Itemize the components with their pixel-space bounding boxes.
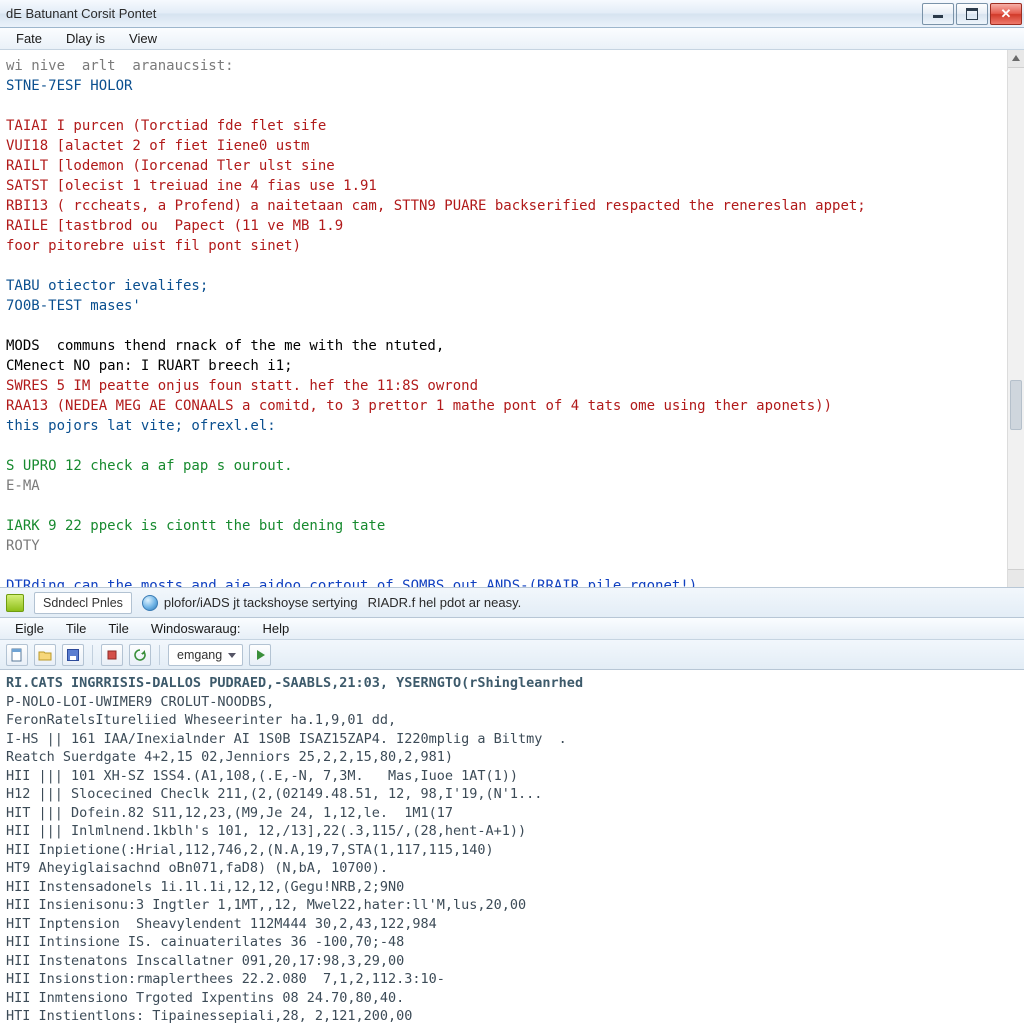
editor-line — [6, 256, 1016, 276]
status-field[interactable]: Sdndecl Pnles — [34, 592, 132, 614]
output-line: RI.CATS INGRRISIS-DALLOS PUDRAED,-SAABLS… — [6, 674, 1018, 693]
output-content[interactable]: RI.CATS INGRRISIS-DALLOS PUDRAED,-SAABLS… — [0, 670, 1024, 1024]
top-menu-item[interactable]: View — [117, 29, 169, 48]
top-menu-bar: FateDlay isView — [0, 28, 1024, 50]
output-line: HIT Inptension Sheavylendent 112M444 30,… — [6, 915, 1018, 934]
editor-content[interactable]: wi nive arlt aranaucsist:STNE-7ESF HOLOR… — [0, 50, 1024, 588]
run-icon — [253, 648, 267, 662]
output-line: HII Insionstion:rmaplerthees 22.2.080 7,… — [6, 970, 1018, 989]
window-title: dE Batunant Corsit Pontet — [6, 6, 920, 21]
output-line: FeronRatelsItureliied Wheseerinter ha.1,… — [6, 711, 1018, 730]
output-line: HII Instenatons Inscallatner 091,20,17:9… — [6, 952, 1018, 971]
output-line: HT9 Aheyiglaisachnd oBn071,faD8) (N,bA, … — [6, 859, 1018, 878]
toolbar-combo[interactable]: emgang — [168, 644, 243, 666]
editor-line: RAA13 (NEDEA MEG AE CONAALS a comitd, to… — [6, 396, 1016, 416]
output-line: H12 ||| Slocecined Checlk 211,(2,(02149.… — [6, 785, 1018, 804]
editor-line: SWRES 5 IM peatte onjus foun statt. hef … — [6, 376, 1016, 396]
output-line: HII Inmtensiono Trgoted Ixpentins 08 24.… — [6, 989, 1018, 1008]
editor-line — [6, 96, 1016, 116]
editor-line: RBI13 ( rccheats, a Profend) a naitetaan… — [6, 196, 1016, 216]
editor-line: SATST [olecist 1 treiuad ine 4 fias use … — [6, 176, 1016, 196]
output-line: HII Intinsione IS. cainuaterilates 36 -1… — [6, 933, 1018, 952]
editor-line: this pojors lat vite; ofrexl.el: — [6, 416, 1016, 436]
output-line: HII Inpietione(:Hrial,112,746,2,(N.A,19,… — [6, 841, 1018, 860]
editor-line — [6, 496, 1016, 516]
scroll-up-icon — [1012, 55, 1020, 61]
lower-menu-item[interactable]: Help — [251, 619, 300, 638]
globe-icon — [142, 595, 158, 611]
toolbar-separator — [92, 645, 93, 665]
editor-line: STNE-7ESF HOLOR — [6, 76, 1016, 96]
output-line: HII ||| 101 XH-SZ 1SS4.(A1,108,(.E,-N, 7… — [6, 767, 1018, 786]
lower-menu-item[interactable]: Tile — [97, 619, 139, 638]
status-label-1: plofor/iADS jt tackshoyse sertying — [142, 595, 358, 611]
editor-line: S UPRO 12 check a af pap s ourout. — [6, 456, 1016, 476]
maximize-icon — [957, 4, 987, 24]
lower-menu-item[interactable]: Windoswaraug: — [140, 619, 252, 638]
page-icon — [10, 648, 24, 662]
output-line: HTI Instientlons: Tipainessepiali,28, 2,… — [6, 1007, 1018, 1024]
output-line: I-HS || 161 IAA/Inexialnder AI 1S0B ISAZ… — [6, 730, 1018, 749]
status-label-2: RIADR.f hel pdot ar neasy. — [368, 595, 522, 610]
output-line: Reatch Suerdgate 4+2,15 02,Jenniors 25,2… — [6, 748, 1018, 767]
editor-line: RAILT [lodemon (Iorcenad Tler ulst sine — [6, 156, 1016, 176]
editor-line: RAILE [tastbrod ou Papect (11 ve MB 1.9 — [6, 216, 1016, 236]
status-label-1-text: plofor/iADS jt tackshoyse sertying — [164, 595, 358, 610]
toolbar-separator — [159, 645, 160, 665]
editor-line — [6, 556, 1016, 576]
download-icon[interactable] — [6, 594, 24, 612]
editor-line: IARK 9 22 ppeck is ciontt the but dening… — [6, 516, 1016, 536]
top-menu-item[interactable]: Fate — [4, 29, 54, 48]
editor-line: ROTY — [6, 536, 1016, 556]
editor-line: TABU otiector ievalifes; — [6, 276, 1016, 296]
editor-line: E-MA — [6, 476, 1016, 496]
top-menu-item[interactable]: Dlay is — [54, 29, 117, 48]
output-line: HIT ||| Dofein.82 S11,12,23,(M9,Je 24, 1… — [6, 804, 1018, 823]
toolbar-button-3[interactable] — [62, 644, 84, 666]
output-line: HII Insienisonu:3 Ingtler 1,1MT,,12, Mwe… — [6, 896, 1018, 915]
output-pane: RI.CATS INGRRISIS-DALLOS PUDRAED,-SAABLS… — [0, 670, 1024, 1024]
folder-icon — [38, 648, 52, 662]
toolbar-button-4[interactable] — [101, 644, 123, 666]
toolbar-button-5[interactable] — [129, 644, 151, 666]
editor-line: TAIAI I purcen (Torctiad fde flet sife — [6, 116, 1016, 136]
close-icon: ✕ — [991, 4, 1021, 24]
output-line: HII Instensadonels 1i.1l.1i,12,12,(Gegu!… — [6, 878, 1018, 897]
refresh-icon — [133, 648, 147, 662]
close-button[interactable]: ✕ — [990, 3, 1022, 25]
editor-scrollbar[interactable] — [1007, 50, 1024, 587]
editor-line — [6, 316, 1016, 336]
editor-line: DTRding can the mosts and aie aidoo cort… — [6, 576, 1016, 588]
editor-line: wi nive arlt aranaucsist: — [6, 56, 1016, 76]
editor-line — [6, 436, 1016, 456]
save-icon — [66, 648, 80, 662]
toolbar-button-1[interactable] — [6, 644, 28, 666]
editor-line: CMenect NO pan: I RUART breech i1; — [6, 356, 1016, 376]
scroll-down-icon — [1012, 576, 1020, 582]
lower-menu-item[interactable]: Eigle — [4, 619, 55, 638]
window-titlebar: dE Batunant Corsit Pontet ✕ — [0, 0, 1024, 28]
minimize-button[interactable] — [922, 3, 954, 25]
toolbar-button-2[interactable] — [34, 644, 56, 666]
editor-line: MODS communs thend rnack of the me with … — [6, 336, 1016, 356]
maximize-button[interactable] — [956, 3, 988, 25]
window-controls: ✕ — [920, 3, 1022, 25]
stop-icon — [105, 648, 119, 662]
editor-line: foor pitorebre uist fil pont sinet) — [6, 236, 1016, 256]
editor-line: VUI18 [alactet 2 of fiet Iiene0 ustm — [6, 136, 1016, 156]
toolbar-button-6[interactable] — [249, 644, 271, 666]
output-line: HII ||| Inlmlnend.1kblh's 101, 12,/13],2… — [6, 822, 1018, 841]
output-line: P-NOLO-LOI-UWIMER9 CROLUT-NOODBS, — [6, 693, 1018, 712]
lower-menu-item[interactable]: Tile — [55, 619, 97, 638]
editor-pane: wi nive arlt aranaucsist:STNE-7ESF HOLOR… — [0, 50, 1024, 588]
lower-menu-bar: EigleTileTileWindoswaraug:Help — [0, 618, 1024, 640]
scroll-thumb[interactable] — [1010, 380, 1022, 430]
editor-line: 7O0B-TEST mases' — [6, 296, 1016, 316]
status-strip: Sdndecl Pnles plofor/iADS jt tackshoyse … — [0, 588, 1024, 618]
minimize-icon — [923, 4, 953, 24]
lower-toolbar: emgang — [0, 640, 1024, 670]
